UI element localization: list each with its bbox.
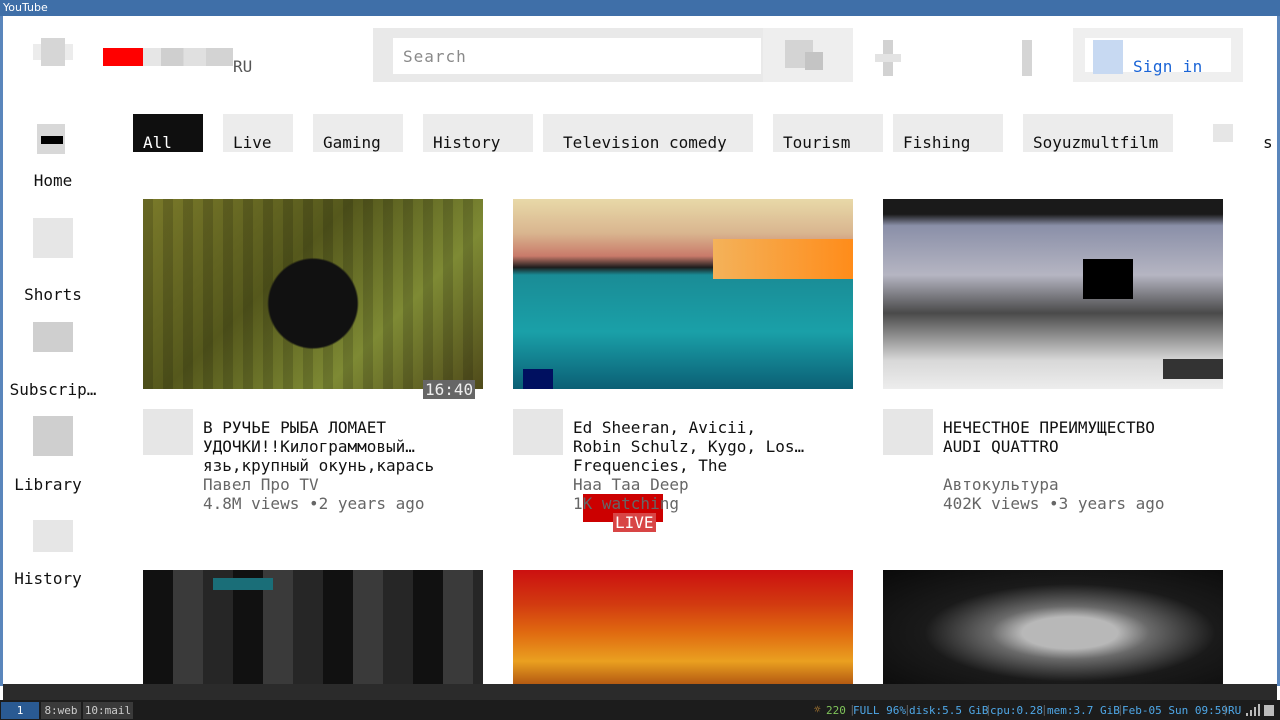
chip-label: Gaming xyxy=(323,133,381,152)
chip-label: Live xyxy=(233,133,272,152)
sidebar-item-label: History xyxy=(14,569,82,588)
workspace-mail[interactable]: 10:mail xyxy=(83,702,133,719)
video-title-line: В РУЧЬЕ РЫБА ЛОМАЕТ xyxy=(203,418,387,437)
video-stats: 1K watching xyxy=(573,494,679,513)
memory-status: mem:3.7 GiB xyxy=(1047,704,1120,717)
history-icon xyxy=(33,520,73,552)
thumbnail-detail xyxy=(213,578,273,590)
video-title-line: НЕЧЕСТНОЕ ПРЕИМУЩЕСТВО xyxy=(943,418,1155,437)
window-title: YouTube xyxy=(3,1,48,14)
search-icon-handle xyxy=(805,52,823,70)
brightness-value: 220 xyxy=(826,704,846,717)
channel-avatar[interactable] xyxy=(143,409,193,455)
channel-avatar[interactable] xyxy=(513,409,563,455)
video-title-line: Robin Schulz, Kygo, Los… xyxy=(573,437,805,456)
chip-soyuzmultfilm[interactable]: Soyuzmultfilm xyxy=(1023,114,1173,152)
volume-icon[interactable] xyxy=(1264,705,1274,716)
disk-status: disk:5.5 GiB xyxy=(909,704,989,717)
keyboard-layout[interactable]: RU xyxy=(1228,704,1241,717)
video-stats: 402K views •3 years ago xyxy=(943,494,1165,513)
video-title-line: Ed Sheeran, Avicii, xyxy=(573,418,757,437)
sidebar-item-library[interactable]: Library xyxy=(3,412,103,494)
library-icon xyxy=(33,416,73,456)
channel-avatar[interactable] xyxy=(883,409,933,455)
channel-name[interactable]: Автокультура xyxy=(943,475,1059,494)
thumbnail-detail xyxy=(1083,259,1133,299)
menu-icon-part xyxy=(41,38,65,66)
sidebar-item-label: Subscrip… xyxy=(9,380,97,399)
workspace-1[interactable]: 1 xyxy=(1,702,39,719)
chips-next-arrow-icon[interactable] xyxy=(1213,124,1233,142)
chip-all[interactable]: All xyxy=(133,114,203,152)
subscriptions-icon xyxy=(33,322,73,352)
menu-button[interactable] xyxy=(33,38,73,66)
video-title[interactable]: НЕЧЕСТНОЕ ПРЕИМУЩЕСТВО AUDI QUATTRO xyxy=(943,418,1233,456)
chip-television-comedy[interactable]: Television comedy xyxy=(543,114,753,152)
video-thumbnail[interactable] xyxy=(513,570,853,684)
sidebar-item-subscriptions[interactable]: Subscrip… xyxy=(3,318,103,399)
video-thumbnail[interactable] xyxy=(883,199,1223,389)
sidebar-item-label: Home xyxy=(33,171,73,190)
youtube-wordmark[interactable] xyxy=(143,48,233,66)
home-icon xyxy=(33,124,73,154)
sidebar-item-label: Library xyxy=(14,475,82,494)
chip-label: Soyuzmultfilm xyxy=(1033,133,1159,152)
video-thumbnail[interactable] xyxy=(883,570,1223,684)
sidebar-item-label: Shorts xyxy=(24,285,82,304)
video-duration: 16:40 xyxy=(423,380,476,399)
clock: Feb-05 Sun 09:59 xyxy=(1122,704,1228,717)
chip-partial[interactable]: s xyxy=(1263,133,1273,152)
chip-tourism[interactable]: Tourism xyxy=(773,114,883,152)
video-title[interactable]: В РУЧЬЕ РЫБА ЛОМАЕТ УДОЧКИ!!Килограммовы… xyxy=(203,418,493,475)
chip-live[interactable]: Live xyxy=(223,114,293,152)
youtube-logo-icon[interactable] xyxy=(103,48,143,66)
account-icon xyxy=(1093,40,1123,74)
video-title-line: УДОЧКИ!!Килограммовый… xyxy=(203,437,415,456)
chip-label: Tourism xyxy=(783,133,851,152)
channel-name[interactable]: Павел Про TV xyxy=(203,475,319,494)
thumbnail-detail xyxy=(1163,359,1223,379)
video-thumbnail[interactable] xyxy=(143,570,483,684)
country-code: RU xyxy=(233,57,253,76)
chip-label: History xyxy=(433,133,501,152)
video-title[interactable]: Ed Sheeran, Avicii, Robin Schulz, Kygo, … xyxy=(573,418,863,475)
video-stats: 4.8M views •2 years ago xyxy=(203,494,425,513)
chip-label: Television comedy xyxy=(563,133,727,152)
video-title-line: AUDI QUATTRO xyxy=(943,437,1059,456)
sidebar-item-home[interactable]: Home xyxy=(3,120,103,200)
window-titlebar: YouTube xyxy=(0,0,1280,16)
search-button[interactable] xyxy=(763,28,853,82)
voice-search-button[interactable] xyxy=(873,40,903,76)
battery-status: FULL 96% xyxy=(853,704,906,717)
channel-name[interactable]: Haa Taa Deep xyxy=(573,475,689,494)
video-title-line: язь,крупный окунь,карась xyxy=(203,456,435,475)
chip-history[interactable]: History xyxy=(423,114,533,152)
search-input[interactable] xyxy=(393,38,761,74)
workspace-web[interactable]: 8:web xyxy=(41,702,81,719)
chip-label: All xyxy=(143,133,172,152)
thumbnail-detail xyxy=(523,369,553,389)
chip-gaming[interactable]: Gaming xyxy=(313,114,403,152)
live-badge: LIVE xyxy=(613,513,656,532)
sidebar-item-shorts[interactable]: Shorts xyxy=(3,214,103,304)
sign-in-label[interactable]: Sign in xyxy=(1133,57,1203,76)
video-thumbnail[interactable] xyxy=(143,199,483,389)
video-title-line: Frequencies, The xyxy=(573,456,728,475)
brightness-icon: ☼ xyxy=(814,703,821,716)
sidebar-item-history[interactable]: History xyxy=(3,516,103,596)
network-signal-icon[interactable] xyxy=(1246,704,1260,716)
chip-label: Fishing xyxy=(903,133,971,152)
microphone-icon-stand xyxy=(875,54,901,62)
more-vert-icon[interactable] xyxy=(1022,40,1032,76)
thumbnail-detail xyxy=(713,239,853,279)
video-thumbnail[interactable] xyxy=(513,199,853,389)
page-bottom-bar xyxy=(3,684,1277,700)
shorts-icon xyxy=(33,218,73,258)
cpu-status: cpu:0.28 xyxy=(990,704,1043,717)
chip-fishing[interactable]: Fishing xyxy=(893,114,1003,152)
